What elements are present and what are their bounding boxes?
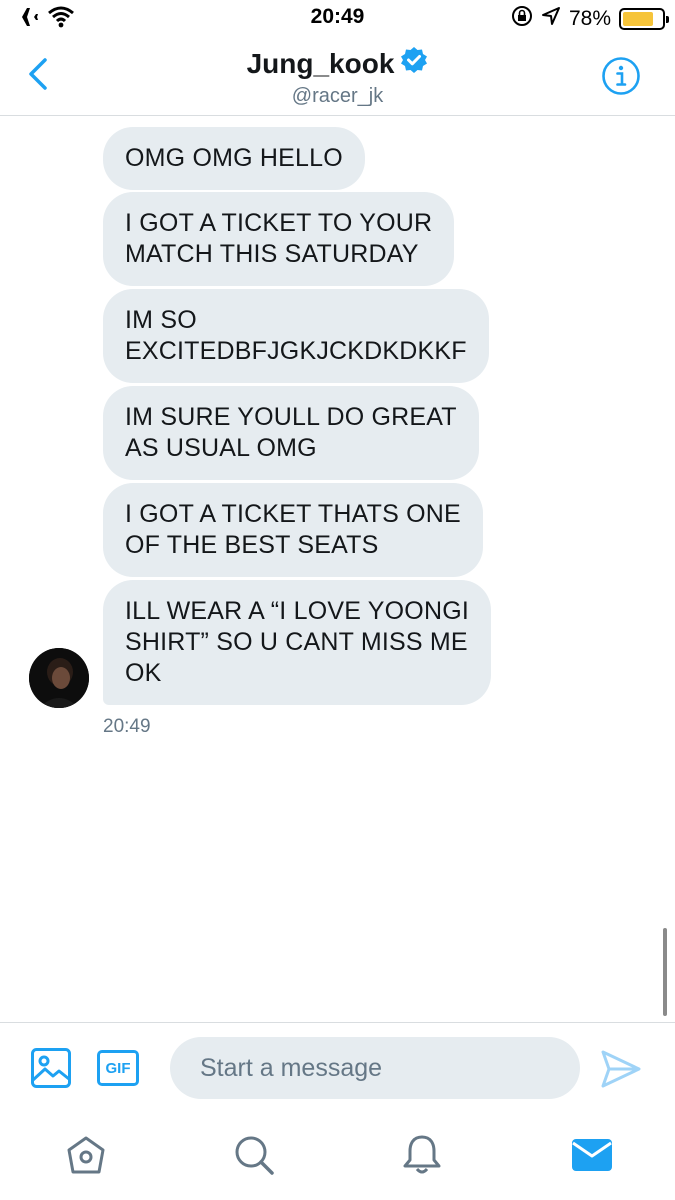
image-icon: [31, 1048, 71, 1088]
info-icon: [602, 57, 640, 95]
home-icon: [67, 1136, 105, 1174]
messages-icon: [572, 1139, 612, 1171]
add-photo-button[interactable]: [30, 1047, 72, 1089]
tab-notifications[interactable]: [399, 1132, 445, 1178]
scrollbar[interactable]: [663, 928, 667, 1016]
status-bar: 20:49 78%: [0, 0, 675, 38]
location-icon: [541, 6, 561, 32]
verified-badge-icon: [400, 46, 428, 81]
tab-home[interactable]: [63, 1132, 109, 1178]
notifications-icon: [403, 1135, 441, 1174]
message-input[interactable]: [170, 1037, 580, 1099]
send-icon: [601, 1050, 641, 1088]
tab-bar: [0, 1112, 675, 1200]
message-timestamp: 20:49: [103, 716, 151, 737]
sender-avatar[interactable]: [29, 648, 89, 708]
orientation-lock-icon: [511, 5, 533, 33]
user-handle: @racer_jk: [291, 85, 384, 107]
battery-fill: [623, 12, 653, 26]
gif-button[interactable]: GIF: [97, 1050, 139, 1086]
message-bubble[interactable]: ILL WEAR A “I LOVE YOONGI SHIRT” SO U CA…: [103, 580, 492, 705]
message-bubble[interactable]: IM SURE YOULL DO GREAT AS USUAL OMG: [103, 386, 479, 480]
battery-percent: 78%: [568, 7, 611, 30]
message-bubble[interactable]: I GOT A TICKET TO YOUR MATCH THIS SATURD…: [103, 192, 455, 286]
tab-messages[interactable]: [569, 1132, 615, 1178]
message-bubble[interactable]: IM SO EXCITEDBFJGKJCKDKDKKF: [103, 289, 489, 383]
message-composer: GIF: [0, 1022, 675, 1112]
send-button[interactable]: [600, 1049, 642, 1089]
message-thread[interactable]: OMG OMG HELLO I GOT A TICKET TO YOUR MAT…: [0, 116, 675, 1022]
message-bubble[interactable]: OMG OMG HELLO: [103, 127, 365, 190]
info-button[interactable]: [601, 56, 641, 96]
conversation-header: Jung_kook @racer_jk: [0, 38, 675, 116]
display-name: Jung_kook: [246, 47, 395, 79]
search-icon: [235, 1136, 274, 1175]
battery-icon: [619, 8, 669, 30]
message-bubble[interactable]: I GOT A TICKET THATS ONE OF THE BEST SEA…: [103, 483, 483, 577]
tab-search[interactable]: [231, 1132, 277, 1178]
conversation-title[interactable]: Jung_kook @racer_jk: [0, 46, 675, 108]
